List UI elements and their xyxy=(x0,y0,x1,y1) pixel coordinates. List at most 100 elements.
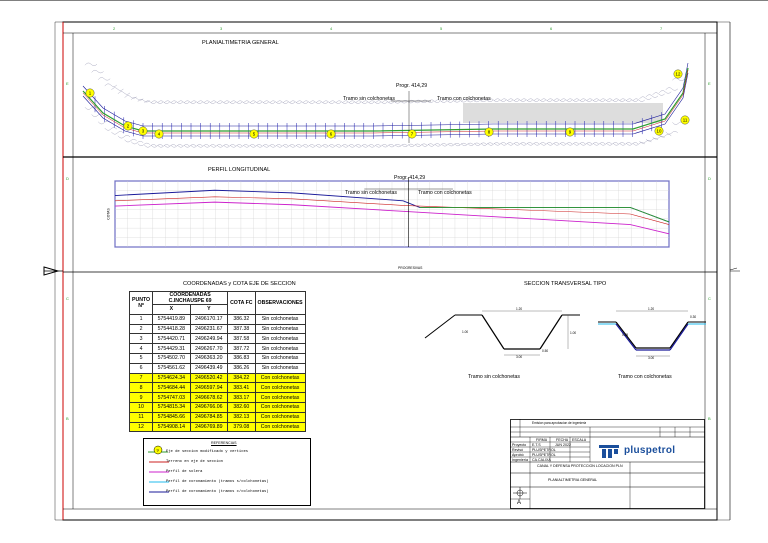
terrain-contour xyxy=(216,144,230,148)
legend-item: Perfil de coronamiento (tramos c/colchon… xyxy=(166,490,269,494)
profile-left-segment-label: Tramo sin colchonetas xyxy=(345,190,397,196)
plan-title: PLANIALTIMETRIA GENERAL xyxy=(202,40,279,46)
svg-text:6: 6 xyxy=(550,26,553,31)
title-block-header-fecha: FECHA xyxy=(556,438,569,442)
table-cell-obs: Sin colchonetas xyxy=(254,333,306,345)
terrain-contour xyxy=(157,100,170,104)
terrain-contour xyxy=(533,98,546,102)
terrain-contour xyxy=(190,144,203,148)
plan-point-label: 11 xyxy=(683,118,688,123)
table-cell-n: 11 xyxy=(128,411,154,423)
terrain-contour xyxy=(164,100,177,104)
plan-point-marker: 2 xyxy=(123,121,133,131)
table-cell-obs: Con colchonetas xyxy=(254,382,306,394)
legend-item: Perfil de coronamiento (tramos s/colchon… xyxy=(166,480,269,484)
plan-point-marker: 4 xyxy=(154,129,164,139)
svg-text:5: 5 xyxy=(440,26,443,31)
table-cell-y: 2496363.20 xyxy=(189,352,229,364)
section-title: SECCION TRANSVERSAL TIPO xyxy=(524,281,607,287)
terrain-contour xyxy=(302,144,315,148)
table-cell-y: 2496766.06 xyxy=(189,401,229,413)
terrain-contour xyxy=(500,142,513,146)
terrain-contour xyxy=(665,131,678,135)
plan-point-marker: 1 xyxy=(85,88,95,98)
terrain-contour xyxy=(243,100,256,104)
terrain-contour xyxy=(533,142,546,146)
table-row: 4 5754429.31 2496267.70 387.72 Sin colchonet… xyxy=(128,343,306,354)
terrain-contour xyxy=(309,144,322,148)
table-cell-x: 5754502.70 xyxy=(152,352,191,364)
table-cell-obs: Sin colchonetas xyxy=(254,323,306,335)
terrain-contour xyxy=(124,95,137,99)
terrain-contour xyxy=(461,142,474,146)
terrain-contour xyxy=(203,144,216,148)
svg-text:B: B xyxy=(66,416,69,421)
terrain-contour xyxy=(560,142,573,146)
terrain-contour xyxy=(494,142,507,146)
terrain-contour xyxy=(540,142,553,146)
plan-point-marker: 5 xyxy=(249,129,259,139)
terrain-contour xyxy=(375,144,388,148)
terrain-contour xyxy=(223,144,236,148)
cross-section-drawing: 1.20 3.00 1.00 1.00 0.50 1.20 3.00 0.30 … xyxy=(424,307,706,360)
terrain-contour xyxy=(157,144,170,148)
terrain-contour xyxy=(513,98,527,102)
table-cell-obs: Con colchonetas xyxy=(254,372,306,384)
terrain-contour xyxy=(335,144,348,148)
table-cell-n: 1 xyxy=(128,313,154,325)
title-block-date: JUN 2022 xyxy=(555,443,571,447)
terrain-contour xyxy=(91,70,104,74)
plan-point-marker: 7 xyxy=(407,129,417,139)
legend-marker-icon: 9 xyxy=(148,445,168,455)
terrain-contour xyxy=(566,142,579,146)
terrain-contour xyxy=(381,144,395,148)
terrain-contour xyxy=(170,144,183,148)
terrain-contour xyxy=(586,142,599,146)
table-row: 6 5754561.62 2496439.49 386.26 Sin colchonet… xyxy=(128,362,306,374)
table-cell-cota: 386.26 xyxy=(227,362,256,374)
table-row: 7 5754624.34 2496520.42 384.22 Con colchonet… xyxy=(128,372,306,384)
table-row: 9 5754747.03 2496678.62 383.17 Con colchonet… xyxy=(128,392,306,403)
svg-text:D: D xyxy=(66,176,69,181)
terrain-contour xyxy=(197,144,210,148)
title-block-row-value: E.T.S xyxy=(532,443,541,447)
table-cell-cota: 383.17 xyxy=(227,392,256,403)
table-cell-y: 2496769.89 xyxy=(189,421,229,433)
table-cell-obs: Sin colchonetas xyxy=(254,343,306,354)
terrain-contour xyxy=(289,144,302,148)
terrain-contour xyxy=(302,100,315,104)
terrain-contour xyxy=(599,98,612,102)
terrain-contour xyxy=(467,142,480,146)
terrain-contour xyxy=(388,144,401,148)
table-cell-x: 5754747.03 xyxy=(152,392,191,403)
profile-view-drawing xyxy=(114,177,670,248)
terrain-contour xyxy=(672,77,685,81)
table-cell-x: 5754815.34 xyxy=(152,401,191,413)
terrain-contour xyxy=(507,142,520,146)
title-block-row-value: PLUSPETROL xyxy=(532,453,556,457)
table-cell-y: 2496249.94 xyxy=(189,333,229,345)
terrain-contour xyxy=(494,98,507,102)
plan-point-label: 12 xyxy=(676,72,681,77)
terrain-contour xyxy=(606,142,619,146)
terrain-contour xyxy=(652,92,665,96)
table-cell-x: 5754684.44 xyxy=(152,382,191,394)
terrain-contour xyxy=(177,144,190,148)
svg-text:B: B xyxy=(708,416,711,421)
table-row: 10 5754815.34 2496766.06 382.60 Con colchone… xyxy=(128,401,306,413)
table-cell-x: 5754419.89 xyxy=(152,313,191,325)
terrain-contour xyxy=(593,142,606,146)
table-cell-x: 5754429.31 xyxy=(152,343,191,354)
title-block-row-label: Revisó xyxy=(512,448,523,452)
col-x: X xyxy=(152,304,191,315)
terrain-contour xyxy=(249,100,263,104)
terrain-contour xyxy=(269,144,282,148)
col-coords: COORDENADAS C.INCHAUSPE 69 xyxy=(152,291,229,305)
svg-text:1.20: 1.20 xyxy=(648,307,654,311)
table-cell-n: 4 xyxy=(128,343,154,354)
terrain-contour xyxy=(586,98,599,102)
table-cell-y: 2496597.94 xyxy=(189,382,229,394)
terrain-contour xyxy=(249,144,263,148)
terrain-contour xyxy=(546,142,560,146)
terrain-contour xyxy=(421,143,434,147)
